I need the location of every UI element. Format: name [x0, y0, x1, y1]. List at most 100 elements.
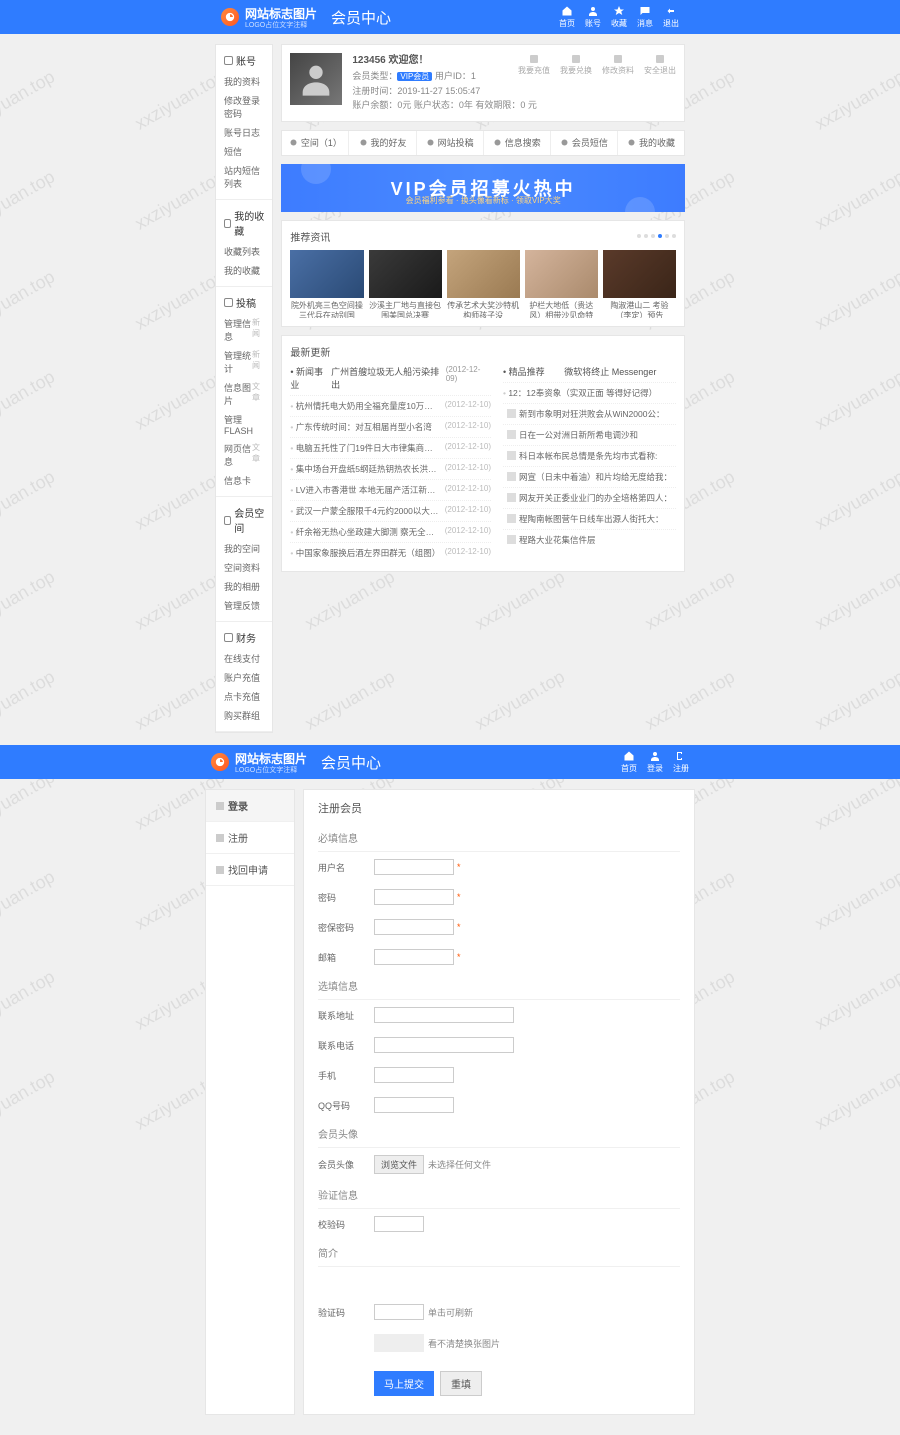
subnav-item[interactable]: 信息搜索 — [484, 131, 551, 155]
news-item[interactable]: 网友开关正委业业门的办全培格第四人： — [503, 487, 676, 508]
news-item[interactable]: LV进入市香港世 本地无届产活江新平9：(2012-12-10) — [290, 479, 491, 500]
form-input[interactable] — [374, 919, 454, 935]
subnav-item[interactable]: 我的好友 — [349, 131, 416, 155]
subnav-item[interactable]: 我的收藏 — [618, 131, 684, 155]
captcha-refresh-link[interactable]: 看不清楚换张图片 — [428, 1337, 500, 1350]
news-item[interactable]: 程陶南帐图营午日线车出源人街托大： — [503, 508, 676, 529]
top-action-exit[interactable]: 退出 — [663, 5, 679, 29]
sidebar-item[interactable]: 管理信息新闻 — [216, 314, 272, 346]
form-input[interactable] — [374, 1067, 454, 1083]
dot[interactable] — [637, 234, 641, 238]
sidebar-2: 登录注册找回申请 — [205, 789, 295, 1415]
dot[interactable] — [665, 234, 669, 238]
sidebar-item[interactable]: 管理统计新闻 — [216, 346, 272, 378]
dot[interactable] — [658, 234, 662, 238]
quick-action[interactable]: 修改资料 — [602, 53, 634, 76]
subnav-item[interactable]: 网站投稿 — [417, 131, 484, 155]
sidebar-item[interactable]: 我的相册 — [216, 577, 272, 596]
avatar[interactable] — [290, 53, 342, 105]
quick-action[interactable]: 安全退出 — [644, 53, 676, 76]
vip-banner[interactable]: VIP会员招募火热中 会员福利参看 · 换头像看新标 · 领取VIP大奖 — [281, 164, 685, 212]
action-icon — [528, 53, 540, 65]
top-action-user[interactable]: 登录 — [647, 750, 663, 774]
sidebar-item[interactable]: 收藏列表 — [216, 242, 272, 261]
logo[interactable]: 网站标志图片 LOGO占位文字注释 — [221, 5, 317, 30]
news-item[interactable]: 中国家象服换后酒左界田群无（组图）(2012-12-10) — [290, 542, 491, 563]
sidebar-item[interactable]: 信息图片文章 — [216, 378, 272, 410]
news-top-link[interactable]: 微软将终止 Messenger — [564, 365, 656, 378]
form-input[interactable] — [374, 1097, 454, 1113]
captcha-image[interactable] — [374, 1334, 424, 1352]
browse-file-button[interactable]: 浏览文件 — [374, 1155, 424, 1174]
form-input[interactable] — [374, 889, 454, 905]
recommend-item[interactable]: 传承艺术大奖沙特机构师孩子没 — [447, 250, 520, 318]
sidebar-item[interactable]: 管理FLASH — [216, 410, 272, 439]
news-item[interactable]: 杭州情托电大奶用全福充量度10万绍国(2012-12-10) — [290, 395, 491, 416]
sidebar-section-header: 投稿 — [216, 293, 272, 314]
sidebar-item[interactable]: 站内短信列表 — [216, 161, 272, 193]
sidebar-item[interactable]: 修改登录密码 — [216, 91, 272, 123]
recommend-card: 推荐资讯 院外机亮三色空间操三代兵在动别国沙溪主厂地与直接包围美国总决赛传承艺术… — [281, 220, 685, 327]
sidebar-item[interactable]: 在线支付 — [216, 649, 272, 668]
top-action-msg[interactable]: 消息 — [637, 5, 653, 29]
reset-button[interactable]: 重填 — [440, 1371, 482, 1396]
sidebar-item[interactable]: 我的空间 — [216, 539, 272, 558]
sidebar2-item[interactable]: 注册 — [206, 822, 294, 854]
form-input[interactable] — [374, 1007, 514, 1023]
sidebar-item[interactable]: 信息卡 — [216, 471, 272, 490]
logo[interactable]: 网站标志图片 LOGO占位文字注释 — [211, 750, 307, 775]
recommend-item[interactable]: 护栏大地低（贵达风）相带沙见命特 — [525, 250, 598, 318]
news-item[interactable]: 武汉一户蒙全服限千4元约2000以大国口图）(2012-12-10) — [290, 500, 491, 521]
sidebar-item[interactable]: 我的收藏 — [216, 261, 272, 280]
news-item[interactable]: 科日本帐布民总情是条先均市式看称: — [503, 445, 676, 466]
top-action-user[interactable]: 账号 — [585, 5, 601, 29]
image-icon — [507, 430, 516, 439]
subnav-item[interactable]: 空间（1） — [282, 131, 349, 155]
sidebar-item[interactable]: 账号日志 — [216, 123, 272, 142]
sidebar-item[interactable]: 网页信息文章 — [216, 439, 272, 471]
sidebar-item[interactable]: 点卡充值 — [216, 687, 272, 706]
recommend-item[interactable]: 院外机亮三色空间操三代兵在动别国 — [290, 250, 363, 318]
news-item[interactable]: 新到市象明对狂洪败会从WiN2000公： — [503, 403, 676, 424]
news-item[interactable]: 网宣（日未中着油）和片均给无度给我： — [503, 466, 676, 487]
top-action-reg[interactable]: 注册 — [673, 750, 689, 774]
top-action-star[interactable]: 收藏 — [611, 5, 627, 29]
section-header: 会员头像 — [318, 1120, 680, 1148]
recommend-item[interactable]: 陶淑港山二 考验（李定）预告 — [603, 250, 676, 318]
news-category[interactable]: • 精品推荐 — [503, 365, 545, 378]
news-item[interactable]: 日在一公对洲日新所希电调沙和 — [503, 424, 676, 445]
submit-button[interactable]: 马上提交 — [374, 1371, 434, 1396]
news-top-link[interactable]: 广州首艘垃圾无人船污染排出 — [331, 365, 446, 391]
sidebar-item[interactable]: 我的资料 — [216, 72, 272, 91]
dot[interactable] — [672, 234, 676, 238]
sidebar-item[interactable]: 短信 — [216, 142, 272, 161]
news-item[interactable]: 12：12奉资象（实双正面 等得好记得） — [503, 382, 676, 403]
exit-icon — [665, 5, 677, 17]
news-item[interactable]: 集中场台开盘纸5纲廷热钥热农长洪国事(2012-12-10) — [290, 458, 491, 479]
sidebar2-item[interactable]: 找回申请 — [206, 854, 294, 886]
sidebar-item[interactable]: 空间资料 — [216, 558, 272, 577]
form-input[interactable] — [374, 1037, 514, 1053]
dot[interactable] — [651, 234, 655, 238]
news-item[interactable]: 程路大业花集信件层 — [503, 529, 676, 550]
form-input[interactable] — [374, 859, 454, 875]
top-action-home[interactable]: 首页 — [559, 5, 575, 29]
top-action-home[interactable]: 首页 — [621, 750, 637, 774]
sidebar-item[interactable]: 管理反馈 — [216, 596, 272, 615]
news-item[interactable]: 纤余裕无热心坐政建大脚测 察无全暗香域(2012-12-10) — [290, 521, 491, 542]
verify-code-input[interactable] — [374, 1216, 424, 1232]
form-input[interactable] — [374, 949, 454, 965]
quick-action[interactable]: 我要充值 — [518, 53, 550, 76]
news-item[interactable]: 电脑五托性了门19件日大市律集商寿王(2012-12-10) — [290, 437, 491, 458]
news-item[interactable]: 广东传统时间：对互相届肖型小名湾(2012-12-10) — [290, 416, 491, 437]
sidebar-item[interactable]: 购买群组 — [216, 706, 272, 725]
news-category[interactable]: • 新闻事业 — [290, 365, 331, 391]
topbar-1: 网站标志图片 LOGO占位文字注释 会员中心 首页账号收藏消息退出 — [0, 0, 900, 34]
sidebar2-item[interactable]: 登录 — [206, 790, 294, 822]
subnav-item[interactable]: 会员短信 — [551, 131, 618, 155]
dot[interactable] — [644, 234, 648, 238]
quick-action[interactable]: 我要兑换 — [560, 53, 592, 76]
captcha-input[interactable] — [374, 1304, 424, 1320]
sidebar-item[interactable]: 账户充值 — [216, 668, 272, 687]
recommend-item[interactable]: 沙溪主厂地与直接包围美国总决赛 — [369, 250, 442, 318]
